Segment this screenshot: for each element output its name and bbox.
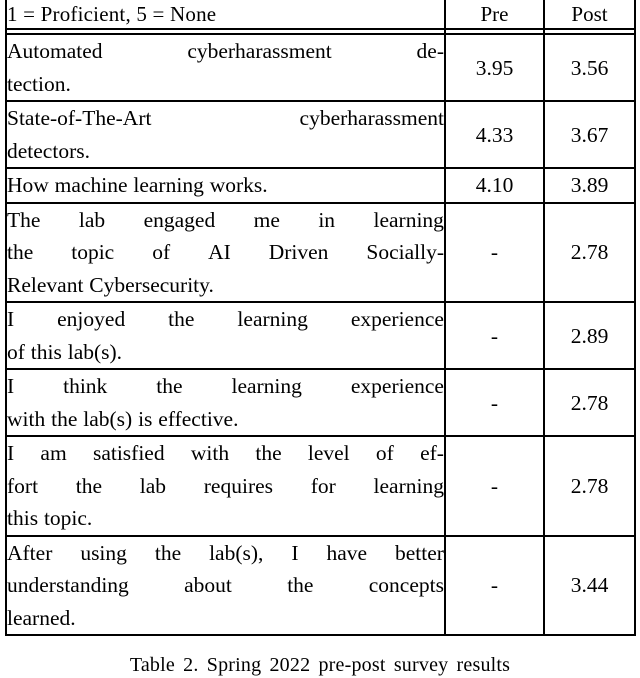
- table-row: The lab engaged me in learning the topic of AI Dri…: [5, 201, 636, 303]
- statement-line: Relevant Cybersecurity.: [7, 272, 214, 297]
- table-row: Automated cyberharassment de-tection. 3.95…: [5, 33, 636, 102]
- table-body: Automated cyberharassment de-tection. 3.95…: [5, 33, 636, 636]
- table-caption: Table 2. Spring 2022 pre-post survey res…: [0, 652, 640, 678]
- table-row: Iam satisfied with the level of ef-fort the lab r…: [5, 435, 636, 537]
- statement-line: Iam satisfied with the level of ef-: [7, 441, 444, 465]
- cell-post-score: 2.78: [543, 368, 636, 437]
- statement-line: tection.: [7, 71, 71, 96]
- cell-post-score: 2.78: [543, 435, 636, 537]
- cell-post-score: 3.56: [543, 33, 636, 102]
- cell-statement: After using the lab(s), Ihave better understan…: [5, 534, 446, 636]
- column-header-pre: Pre: [444, 0, 545, 30]
- table-row: State-of-The-Art cyberharassment detectors…: [5, 100, 636, 169]
- cell-post-score: 3.44: [543, 534, 636, 636]
- cell-statement: State-of-The-Art cyberharassment detectors…: [5, 100, 446, 169]
- statement-line: State-of-The-Art cyberharassment: [7, 106, 444, 130]
- column-header-scale-legend: 1 = Proficient, 5 = None: [5, 0, 446, 30]
- cell-statement: Ienjoyed the learning experience of this lab…: [5, 301, 446, 370]
- table-caption-text: Table 2. Spring 2022 pre-post survey res…: [129, 654, 511, 676]
- table-header: 1 = Proficient, 5 = None Pre Post: [5, 0, 636, 35]
- survey-results-table: 1 = Proficient, 5 = None Pre Post Automa…: [5, 0, 636, 636]
- cell-post-score: 2.78: [543, 201, 636, 303]
- cell-pre-score: -: [444, 201, 545, 303]
- cell-pre-score: -: [444, 534, 545, 636]
- statement-line: Ienjoyed the learning experience: [7, 307, 444, 331]
- cell-pre-score: 4.10: [444, 167, 545, 204]
- cell-pre-score: 3.95: [444, 33, 545, 102]
- statement-line: Ithink the learning experience: [7, 374, 444, 398]
- cell-post-score: 2.89: [543, 301, 636, 370]
- statement-line: this topic.: [7, 506, 93, 530]
- cell-statement: The lab engaged me in learning the topic of AI Dri…: [5, 201, 446, 303]
- statement-line: the topic of AI Driven Socially-: [7, 240, 444, 264]
- header-row: 1 = Proficient, 5 = None Pre Post: [5, 0, 636, 30]
- cell-statement: Ithink the learning experience with the lab(…: [5, 368, 446, 437]
- cell-post-score: 3.67: [543, 100, 636, 169]
- statement-line: with the lab(s) is effective.: [7, 406, 239, 431]
- cell-statement: Automated cyberharassment de-tection.: [5, 33, 446, 102]
- table-row: How machine learning works. 4.10 3.89: [5, 167, 636, 204]
- statement-line: detectors.: [7, 138, 90, 163]
- cell-pre-score: -: [444, 301, 545, 370]
- cell-pre-score: -: [444, 368, 545, 437]
- table-row: Ienjoyed the learning experience of this lab…: [5, 301, 636, 370]
- cell-pre-score: -: [444, 435, 545, 537]
- cell-post-score: 3.89: [543, 167, 636, 204]
- cell-statement: How machine learning works.: [5, 167, 446, 204]
- cell-statement: Iam satisfied with the level of ef-fort the lab r…: [5, 435, 446, 537]
- statement-line: After using the lab(s), Ihave better: [7, 540, 444, 565]
- table-row: After using the lab(s), Ihave better understan…: [5, 534, 636, 636]
- statement-line: understanding about the concepts: [7, 573, 444, 597]
- column-header-post: Post: [543, 0, 636, 30]
- cell-pre-score: 4.33: [444, 100, 545, 169]
- statement-line: The lab engaged me in learning: [7, 207, 444, 232]
- table-figure-page: 1 = Proficient, 5 = None Pre Post Automa…: [0, 0, 640, 676]
- statement-line: fort the lab requires for learning: [7, 473, 444, 498]
- table-row: Ithink the learning experience with the lab(…: [5, 368, 636, 437]
- statement-line: of this lab(s).: [7, 339, 123, 364]
- statement-line: learned.: [7, 605, 76, 630]
- statement-line: Automated cyberharassment de-: [7, 39, 444, 63]
- statement-line: How machine learning works.: [7, 173, 268, 197]
